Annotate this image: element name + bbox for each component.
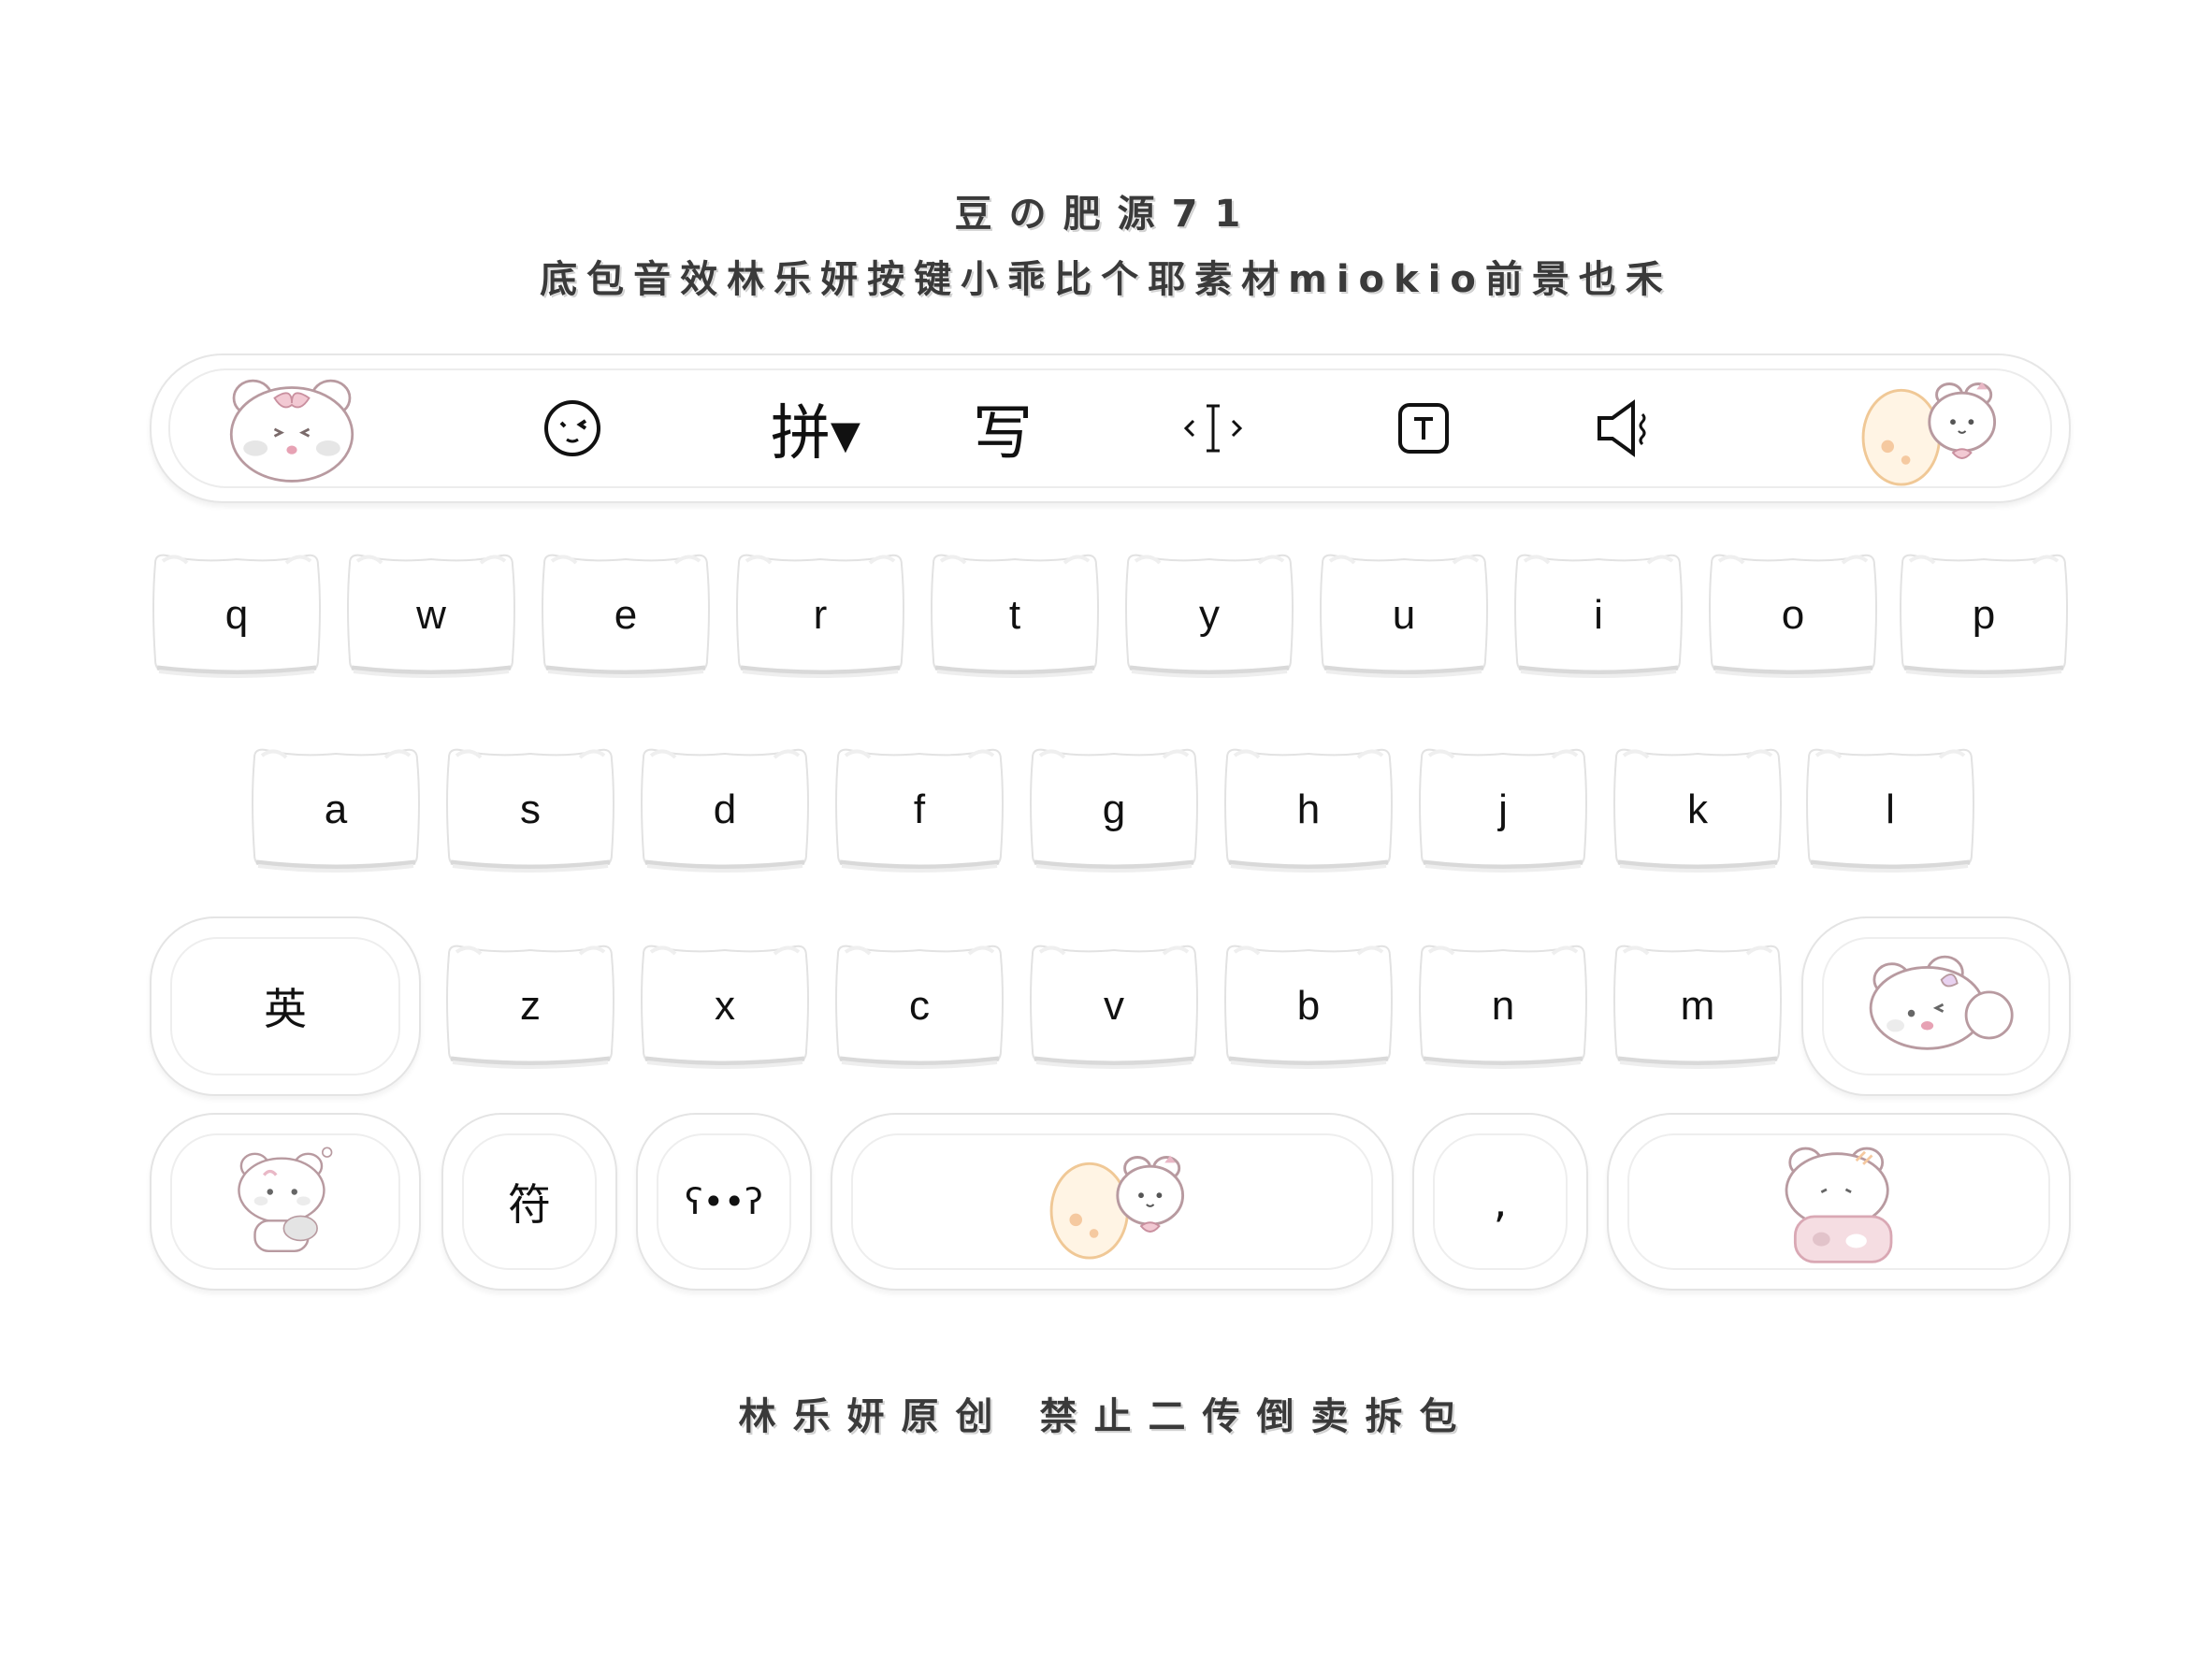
- key-r[interactable]: r: [733, 550, 907, 681]
- emoticon-key[interactable]: ʕ••ʔ: [636, 1113, 812, 1291]
- key-h[interactable]: h: [1222, 744, 1395, 875]
- key-label: v: [1104, 983, 1124, 1029]
- bear-cup-icon: [1769, 1136, 1909, 1267]
- key-o[interactable]: o: [1706, 550, 1880, 681]
- bear-egg-icon[interactable]: [1844, 355, 2003, 501]
- key-d[interactable]: d: [638, 744, 812, 875]
- key-label: w: [416, 592, 446, 638]
- key-k[interactable]: k: [1611, 744, 1785, 875]
- key-q[interactable]: q: [150, 550, 324, 681]
- key-b[interactable]: b: [1222, 941, 1395, 1072]
- number-switch-key[interactable]: [150, 1113, 421, 1291]
- key-y[interactable]: y: [1122, 550, 1296, 681]
- key-label: r: [813, 592, 828, 638]
- handwrite-button[interactable]: 写: [956, 355, 1049, 501]
- symbol-key[interactable]: 符: [441, 1113, 617, 1291]
- key-label: h: [1296, 786, 1321, 832]
- bear-lie-icon: [1857, 953, 2016, 1060]
- key-label: ,: [1493, 1176, 1508, 1227]
- key-label: l: [1886, 786, 1895, 832]
- key-label: ʕ••ʔ: [685, 1181, 763, 1222]
- comma-key[interactable]: ,: [1412, 1113, 1588, 1291]
- key-s[interactable]: s: [443, 744, 617, 875]
- key-label: m: [1680, 983, 1715, 1029]
- key-p[interactable]: p: [1897, 550, 2071, 681]
- key-label: g: [1102, 786, 1126, 832]
- key-label: 符: [508, 1179, 551, 1230]
- key-f[interactable]: f: [832, 744, 1006, 875]
- key-n[interactable]: n: [1416, 941, 1590, 1072]
- language-switch-key[interactable]: 英: [150, 916, 421, 1096]
- bear-egg-icon: [1037, 1143, 1187, 1261]
- key-label: j: [1498, 786, 1508, 832]
- key-label: n: [1491, 983, 1515, 1029]
- key-u[interactable]: u: [1317, 550, 1491, 681]
- pinyin-mode-button[interactable]: 拼▾: [750, 355, 881, 501]
- key-label: o: [1781, 592, 1805, 638]
- candidate-toolbar: 拼▾ 写: [150, 353, 2071, 503]
- handwrite-label: 写: [973, 399, 1033, 469]
- key-label: d: [713, 786, 737, 832]
- pinyin-label: 拼▾: [770, 399, 861, 469]
- key-label: f: [913, 786, 926, 832]
- cursor-move-icon[interactable]: [1171, 355, 1255, 501]
- key-label: q: [224, 592, 249, 638]
- bear-avatar-icon[interactable]: [217, 355, 367, 501]
- page-title: 豆の肥源71: [954, 193, 1258, 236]
- backspace-key[interactable]: [1801, 916, 2071, 1096]
- key-label: b: [1296, 983, 1321, 1029]
- page-subtitle: 底包音效林乐妍按键小乖比个耶素材miokio前景也禾: [540, 258, 1672, 301]
- key-e[interactable]: e: [539, 550, 713, 681]
- key-label: e: [614, 592, 638, 638]
- key-a[interactable]: a: [249, 744, 423, 875]
- key-w[interactable]: w: [344, 550, 518, 681]
- emoji-face-icon[interactable]: [535, 355, 610, 501]
- key-label: t: [1008, 592, 1021, 638]
- key-g[interactable]: g: [1027, 744, 1201, 875]
- key-z[interactable]: z: [443, 941, 617, 1072]
- space-key[interactable]: [831, 1113, 1394, 1291]
- key-i[interactable]: i: [1511, 550, 1685, 681]
- key-x[interactable]: x: [638, 941, 812, 1072]
- key-label: z: [520, 983, 541, 1029]
- key-j[interactable]: j: [1416, 744, 1590, 875]
- key-label: k: [1687, 786, 1708, 832]
- key-label: i: [1594, 592, 1603, 638]
- key-c[interactable]: c: [832, 941, 1006, 1072]
- key-label: 英: [264, 984, 307, 1034]
- copyright-footer: 林乐妍原创 禁止二传倒卖拆包: [738, 1395, 1474, 1438]
- key-label: y: [1199, 592, 1220, 638]
- key-m[interactable]: m: [1611, 941, 1785, 1072]
- text-box-icon[interactable]: [1386, 355, 1461, 501]
- key-v[interactable]: v: [1027, 941, 1201, 1072]
- speaker-icon[interactable]: [1583, 355, 1676, 501]
- key-label: x: [715, 983, 735, 1029]
- key-l[interactable]: l: [1803, 744, 1977, 875]
- key-label: c: [909, 983, 930, 1029]
- key-label: s: [520, 786, 541, 832]
- enter-key[interactable]: [1607, 1113, 2071, 1291]
- key-t[interactable]: t: [928, 550, 1102, 681]
- key-label: a: [324, 786, 348, 832]
- bear-sit-icon: [224, 1136, 346, 1267]
- key-label: u: [1392, 592, 1416, 638]
- key-label: p: [1972, 592, 1996, 638]
